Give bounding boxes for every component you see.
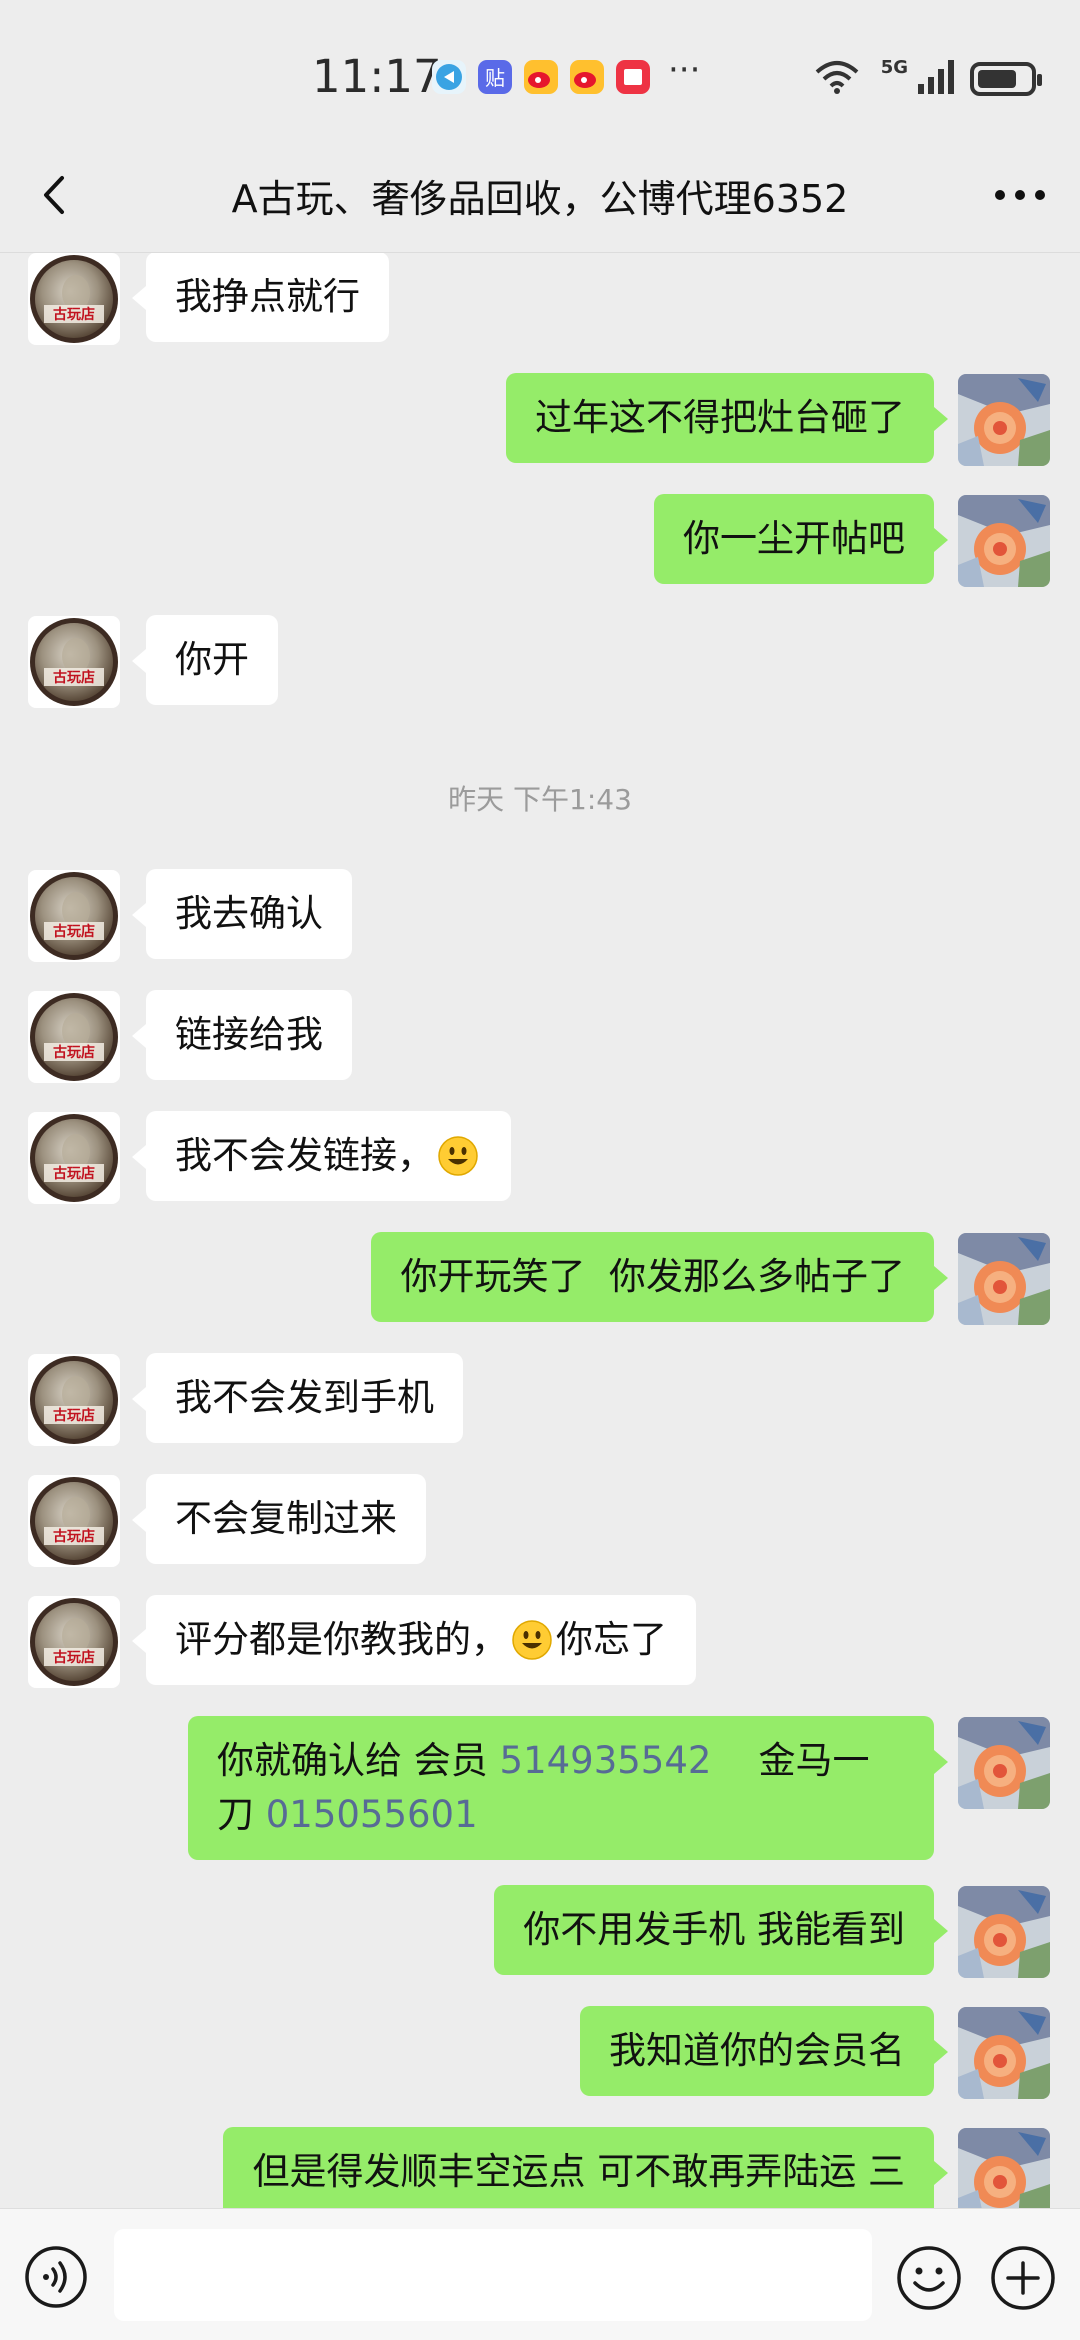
avatar-badge-text: 古玩店 — [53, 306, 95, 323]
app-notification-icon — [432, 60, 466, 94]
message-text: 评分都是你教我的， — [175, 1618, 508, 1661]
wifi-icon — [813, 58, 861, 100]
avatar-badge-text: 古玩店 — [53, 1165, 95, 1182]
contact-avatar[interactable]: 古玩店 — [28, 1596, 120, 1688]
avatar-badge-text: 古玩店 — [53, 1528, 95, 1545]
signal-icon — [916, 58, 956, 100]
contact-avatar[interactable]: 古玩店 — [28, 1354, 120, 1446]
contact-avatar[interactable]: 古玩店 — [28, 991, 120, 1083]
message-bubble-other[interactable]: 不会复制过来 — [132, 1474, 426, 1564]
message-bubble-other[interactable]: 我挣点就行 — [132, 253, 389, 342]
message-bubble-self[interactable]: 你不用发手机 我能看到 — [494, 1885, 948, 1975]
message-bubble-other[interactable]: 我去确认 — [132, 869, 352, 959]
avatar-badge-text: 古玩店 — [53, 1044, 95, 1061]
message-bubble-other[interactable]: 评分都是你教我的， 你忘了 — [132, 1595, 696, 1685]
smiley-emoji-icon — [512, 1620, 552, 1660]
emoji-button[interactable] — [896, 2245, 962, 2311]
status-time: 11:17 — [312, 50, 442, 103]
message-text: 你忘了 — [556, 1618, 667, 1661]
avatar-badge-text: 古玩店 — [53, 1407, 95, 1424]
status-right: 5G — [813, 56, 1042, 100]
avatar-badge-text: 古玩店 — [53, 923, 95, 940]
voice-input-button[interactable] — [24, 2245, 88, 2309]
message-bubble-self[interactable]: 你就确认给 会员 514935542 金马一刀 015055601 — [188, 1716, 948, 1860]
more-options-button[interactable] — [990, 170, 1050, 220]
contact-avatar[interactable]: 古玩店 — [28, 253, 120, 345]
message-bubble-self[interactable]: 你一尘开帖吧 — [654, 494, 948, 584]
more-actions-button[interactable] — [990, 2245, 1056, 2311]
message-bubble-self[interactable]: 过年这不得把灶台砸了 — [506, 373, 948, 463]
input-bar — [0, 2208, 1080, 2340]
tieba-icon: 贴 — [478, 60, 512, 94]
svg-text:贴: 贴 — [485, 66, 505, 90]
message-text: 你就确认给 会员 — [217, 1739, 500, 1782]
message-bubble-other[interactable]: 你开 — [132, 615, 278, 705]
my-avatar[interactable] — [958, 2128, 1050, 2208]
message-list[interactable]: 古玩店 我挣点就行 过年这不得把灶台砸了 你一尘开帖吧 古玩店 你开 昨天 下午… — [0, 253, 1080, 2208]
status-bar: 11:17 贴 ··· 5G — [0, 0, 1080, 140]
contact-avatar[interactable]: 古玩店 — [28, 616, 120, 708]
message-bubble-self[interactable]: 我知道你的会员名 — [580, 2006, 948, 2096]
message-bubble-self[interactable]: 但是得发顺丰空运点 可不敢再弄陆运 三 — [223, 2127, 948, 2208]
message-text: 我不会发链接， — [175, 1134, 434, 1177]
my-avatar[interactable] — [958, 1233, 1050, 1325]
message-bubble-self[interactable]: 你开玩笑了 你发那么多帖子了 — [371, 1232, 948, 1322]
message-input[interactable] — [114, 2229, 872, 2321]
back-button[interactable] — [30, 170, 80, 220]
battery-icon — [970, 62, 1042, 96]
chat-header: A古玩、奢侈品回收，公博代理6352 — [0, 140, 1080, 253]
message-bubble-other[interactable]: 我不会发到手机 — [132, 1353, 463, 1443]
my-avatar[interactable] — [958, 1886, 1050, 1978]
message-bubble-other[interactable]: 链接给我 — [132, 990, 352, 1080]
my-avatar[interactable] — [958, 495, 1050, 587]
book-icon — [616, 60, 650, 94]
member-id-link[interactable]: 514935542 — [500, 1739, 712, 1782]
my-avatar[interactable] — [958, 374, 1050, 466]
chat-screen: 11:17 贴 ··· 5G A古玩、奢侈品回收，公博代理6352 古玩店 我挣… — [0, 0, 1080, 2340]
weibo-icon — [570, 60, 604, 94]
contact-avatar[interactable]: 古玩店 — [28, 870, 120, 962]
chat-title: A古玩、奢侈品回收，公博代理6352 — [231, 177, 849, 221]
more-notifications-icon: ··· — [668, 50, 701, 90]
message-timestamp: 昨天 下午1:43 — [448, 783, 632, 816]
contact-avatar[interactable]: 古玩店 — [28, 1112, 120, 1204]
weibo-icon — [524, 60, 558, 94]
my-avatar[interactable] — [958, 1717, 1050, 1809]
avatar-badge-text: 古玩店 — [53, 669, 95, 686]
avatar-badge-text: 古玩店 — [53, 1649, 95, 1666]
my-avatar[interactable] — [958, 2007, 1050, 2099]
smiley-emoji-icon — [438, 1136, 478, 1176]
member-id-link[interactable]: 015055601 — [266, 1793, 478, 1836]
network-label: 5G — [880, 56, 908, 78]
message-bubble-other[interactable]: 我不会发链接， — [132, 1111, 511, 1201]
contact-avatar[interactable]: 古玩店 — [28, 1475, 120, 1567]
